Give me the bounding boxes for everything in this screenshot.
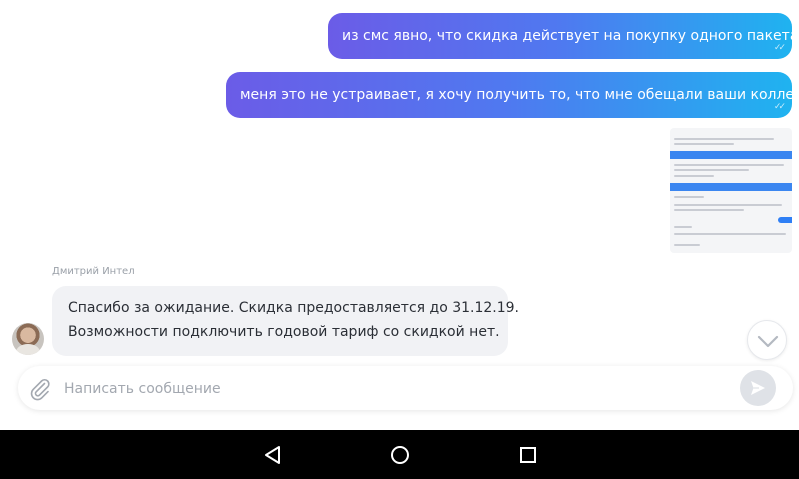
message-text: из смс явно, что скидка действует на пок… <box>342 28 799 44</box>
send-button[interactable] <box>740 370 776 406</box>
incoming-message[interactable]: Спасибо за ожидание. Скидка предоставляе… <box>52 286 520 356</box>
scroll-to-bottom-button[interactable] <box>747 320 787 360</box>
sender-name: Дмитрий Интел <box>52 266 135 277</box>
attachment-text-line <box>674 209 744 211</box>
back-button[interactable] <box>262 444 284 466</box>
android-navigation-bar <box>0 430 799 479</box>
attachment-text-line <box>674 138 774 140</box>
paperclip-icon[interactable] <box>28 377 52 405</box>
outgoing-message[interactable]: меня это не устраивает, я хочу получить … <box>226 72 799 118</box>
attachment-highlight <box>778 217 792 223</box>
message-line: Спасибо за ожидание. Скидка предоставляе… <box>68 300 520 316</box>
message-text: меня это не устраивает, я хочу получить … <box>240 87 799 103</box>
chat-area[interactable]: из смс явно, что скидка действует на пок… <box>0 0 799 430</box>
circle-home-icon <box>391 446 409 464</box>
square-recent-icon <box>520 447 536 463</box>
message-line: Возможности подключить годовой тариф со … <box>68 324 500 340</box>
recent-apps-button[interactable] <box>517 444 539 466</box>
triangle-back-icon <box>265 446 280 464</box>
avatar[interactable] <box>12 323 44 355</box>
attachment-highlight <box>670 151 792 159</box>
attachment-text-line <box>674 169 749 171</box>
attachment-text-line <box>674 233 786 235</box>
chevron-down-icon <box>757 335 779 348</box>
attachment-highlight <box>670 183 792 191</box>
outgoing-message[interactable]: из смс явно, что скидка действует на пок… <box>328 13 799 59</box>
attachment-text-line <box>674 204 782 206</box>
avatar-shirt <box>16 344 40 355</box>
attachment-text-line <box>674 164 784 166</box>
attachment-text-line <box>674 226 692 228</box>
message-composer <box>18 366 793 410</box>
attachment-text-line <box>674 196 704 198</box>
screenshot-attachment[interactable] <box>670 128 792 253</box>
double-check-icon: ✓✓ <box>773 102 786 112</box>
home-button[interactable] <box>389 444 411 466</box>
attachment-text-line <box>674 244 700 246</box>
attachment-text-line <box>674 175 714 177</box>
attachment-text-line <box>674 143 734 145</box>
send-icon <box>751 381 765 395</box>
double-check-icon: ✓✓ <box>773 43 786 53</box>
message-input[interactable] <box>62 375 726 403</box>
